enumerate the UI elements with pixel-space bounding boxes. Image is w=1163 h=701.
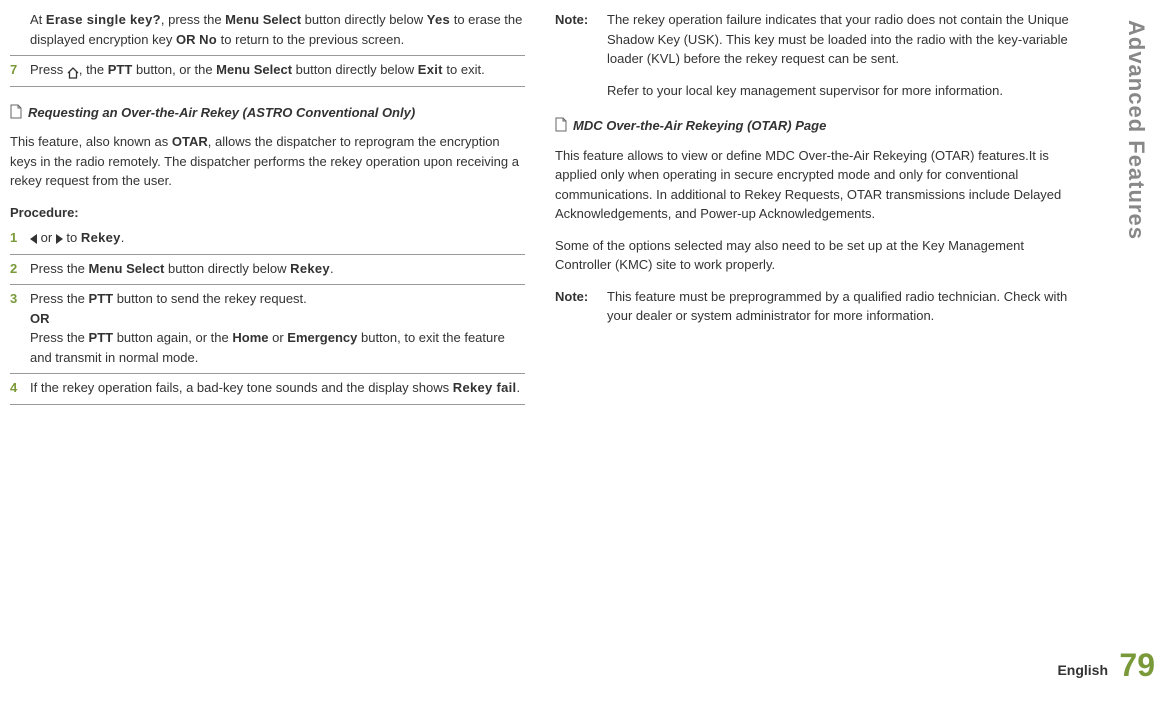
ui-erase-key: Erase single key? (46, 12, 161, 27)
paragraph-mdc-1: This feature allows to view or define MD… (555, 146, 1070, 224)
text: This feature, also known as (10, 134, 172, 149)
step-number: 1 (10, 228, 30, 248)
left-column: At Erase single key?, press the Menu Sel… (10, 10, 525, 409)
subheading-text: Requesting an Over-the-Air Rekey (ASTRO … (28, 103, 415, 123)
note-label: Note: (555, 10, 607, 100)
text: , the (79, 62, 108, 77)
text: If the rekey operation fails, a bad-key … (30, 380, 453, 395)
emergency-label: Emergency (287, 330, 357, 345)
step-3: 3 Press the PTT button to send the rekey… (10, 289, 525, 374)
page-number: 79 (1119, 641, 1155, 689)
note-1-body: The rekey operation failure indicates th… (607, 10, 1070, 100)
or-label: OR (30, 309, 525, 329)
or-label: OR (176, 32, 196, 47)
page-content: At Erase single key?, press the Menu Sel… (10, 10, 1070, 409)
document-icon (10, 104, 22, 119)
paragraph-otar-intro: This feature, also known as OTAR, allows… (10, 132, 525, 191)
step-number: 4 (10, 378, 30, 398)
paragraph-mdc-2: Some of the options selected may also ne… (555, 236, 1070, 275)
step-1: 1 or to Rekey. (10, 228, 525, 255)
note-1: Note: The rekey operation failure indica… (555, 10, 1070, 100)
text: button directly below (164, 261, 290, 276)
document-icon (555, 117, 567, 132)
text: to (63, 230, 81, 245)
text: or (37, 230, 56, 245)
menu-select-label: Menu Select (225, 12, 301, 27)
ui-rekey: Rekey (290, 261, 330, 276)
ui-no: No (199, 32, 217, 47)
text: button again, or the (113, 330, 232, 345)
step-4-body: If the rekey operation fails, a bad-key … (30, 378, 525, 398)
ui-rekey: Rekey (81, 230, 121, 245)
text: Press the (30, 261, 89, 276)
ui-exit: Exit (418, 62, 443, 77)
text: Press the (30, 291, 89, 306)
text: or (268, 330, 287, 345)
right-column: Note: The rekey operation failure indica… (555, 10, 1070, 409)
ptt-label: PTT (89, 330, 114, 345)
language-label: English (1057, 660, 1108, 681)
text: , press the (161, 12, 225, 27)
step-1-body: or to Rekey. (30, 228, 525, 248)
step-7: 7 Press , the PTT button, or the Menu Se… (10, 60, 525, 87)
home-label: Home (232, 330, 268, 345)
subheading-otar-request: Requesting an Over-the-Air Rekey (ASTRO … (10, 103, 525, 123)
step-spacer (10, 10, 30, 49)
menu-select-label: Menu Select (89, 261, 165, 276)
ptt-label: PTT (89, 291, 114, 306)
step-number: 7 (10, 60, 30, 80)
sidebar-title: Advanced Features (1120, 20, 1153, 240)
otar-bold: OTAR (172, 134, 208, 149)
step-3-line2: Press the PTT button again, or the Home … (30, 328, 525, 367)
procedure-label: Procedure: (10, 203, 525, 223)
ptt-label: PTT (108, 62, 133, 77)
note-2: Note: This feature must be preprogrammed… (555, 287, 1070, 326)
note-1-p2: Refer to your local key management super… (607, 81, 1070, 101)
step-2-body: Press the Menu Select button directly be… (30, 259, 525, 279)
intro-step: At Erase single key?, press the Menu Sel… (10, 10, 525, 56)
text: Press the (30, 330, 89, 345)
arrow-left-icon (30, 234, 37, 244)
spacer (607, 69, 1070, 81)
note-label: Note: (555, 287, 607, 326)
text: button, or the (132, 62, 216, 77)
intro-step-body: At Erase single key?, press the Menu Sel… (30, 10, 525, 49)
step-number: 3 (10, 289, 30, 367)
ui-rekey-fail: Rekey fail (453, 380, 517, 395)
step-4: 4 If the rekey operation fails, a bad-ke… (10, 378, 525, 405)
home-icon (67, 65, 79, 77)
text: to exit. (443, 62, 485, 77)
text: button directly below (301, 12, 427, 27)
text: button directly below (292, 62, 418, 77)
step-number: 2 (10, 259, 30, 279)
step-3-body: Press the PTT button to send the rekey r… (30, 289, 525, 367)
step-2: 2 Press the Menu Select button directly … (10, 259, 525, 286)
arrow-right-icon (56, 234, 63, 244)
step-7-body: Press , the PTT button, or the Menu Sele… (30, 60, 525, 80)
text: . (330, 261, 334, 276)
note-2-body: This feature must be preprogrammed by a … (607, 287, 1070, 326)
subheading-text: MDC Over-the-Air Rekeying (OTAR) Page (573, 116, 826, 136)
text: . (516, 380, 520, 395)
menu-select-label: Menu Select (216, 62, 292, 77)
subheading-mdc-otar: MDC Over-the-Air Rekeying (OTAR) Page (555, 116, 1070, 136)
text: button to send the rekey request. (113, 291, 307, 306)
text: At (30, 12, 46, 27)
text: to return to the previous screen. (217, 32, 404, 47)
text: Press (30, 62, 67, 77)
text: . (121, 230, 125, 245)
note-1-p1: The rekey operation failure indicates th… (607, 10, 1070, 69)
ui-yes: Yes (427, 12, 450, 27)
step-3-line1: Press the PTT button to send the rekey r… (30, 289, 525, 309)
